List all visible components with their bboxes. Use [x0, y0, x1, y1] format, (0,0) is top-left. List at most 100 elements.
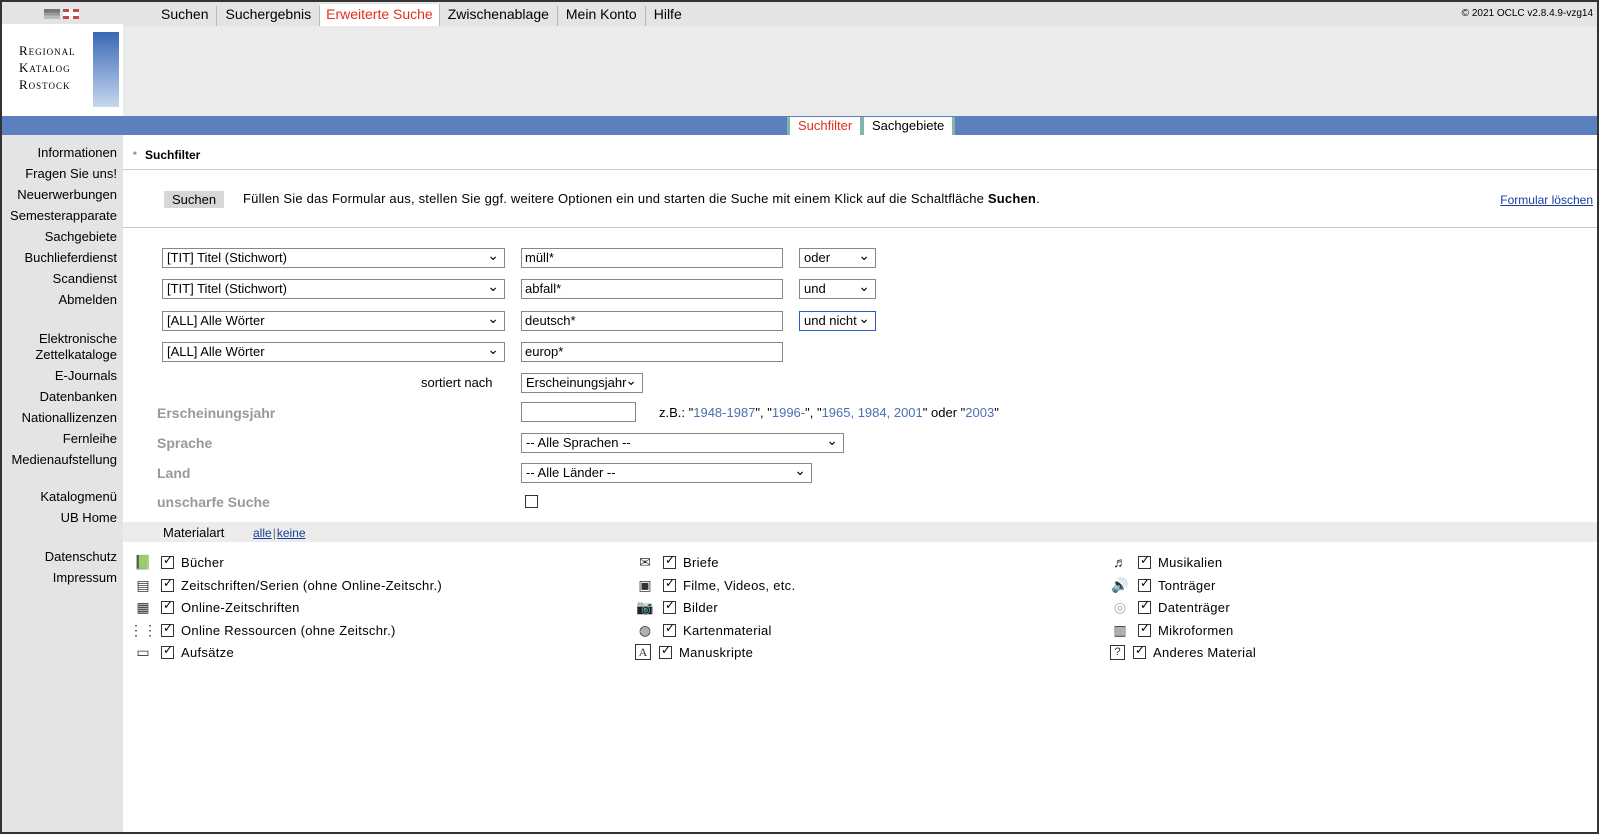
sort-select[interactable]: Erscheinungsjahr	[521, 372, 643, 393]
german-flag-icon[interactable]	[44, 9, 60, 19]
nav-datenschutz[interactable]: Datenschutz	[2, 546, 117, 567]
material-checkbox[interactable]	[1133, 643, 1146, 659]
language-flags	[44, 9, 79, 19]
material-item[interactable]: A Manuskripte	[635, 642, 753, 662]
nav-zwischenablage[interactable]: Zwischenablage	[440, 6, 558, 26]
material-checkbox[interactable]	[1138, 598, 1151, 614]
year-example: z.B.: "1948-1987", "1996-", "1965, 1984,…	[659, 405, 999, 420]
example-sep-3: " oder "	[922, 405, 966, 420]
material-checkbox[interactable]	[161, 598, 174, 614]
material-bar: Materialart alle|keine	[123, 522, 1597, 542]
language-label: Sprache	[157, 435, 213, 451]
search-input-2[interactable]: abfall*	[521, 279, 783, 299]
material-item[interactable]: ◎ Datenträger	[1110, 597, 1230, 617]
material-item[interactable]: ◍ Kartenmaterial	[635, 620, 772, 640]
material-item[interactable]: ▤ Zeitschriften/Serien (ohne Online-Zeits…	[133, 575, 442, 595]
material-item[interactable]: ▣ Filme, Videos, etc.	[635, 575, 795, 595]
material-item[interactable]: ? Anderes Material	[1110, 642, 1256, 662]
field-select-4[interactable]: [ALL] Alle Wörter	[162, 341, 505, 362]
material-item[interactable]: ▥ Mikroformen	[1110, 620, 1234, 640]
material-checkbox[interactable]	[663, 553, 676, 569]
search-input-4[interactable]: europ*	[521, 342, 783, 362]
material-checkbox[interactable]	[161, 576, 174, 592]
country-select[interactable]: -- Alle Länder --	[521, 462, 812, 483]
material-item[interactable]: 📗 Bücher	[133, 552, 224, 572]
nav-zettelkataloge-line2: Zettelkataloge	[35, 347, 117, 362]
material-checkbox[interactable]	[1138, 576, 1151, 592]
nav-abmelden[interactable]: Abmelden	[2, 289, 117, 310]
nav-hilfe[interactable]: Hilfe	[646, 6, 690, 26]
nav-medienaufstellung[interactable]: Medienaufstellung	[2, 449, 117, 470]
year-input[interactable]	[521, 402, 636, 422]
search-button[interactable]: Suchen	[164, 191, 224, 208]
nav-buchlieferdienst[interactable]: Buchlieferdienst	[2, 247, 118, 268]
country-label: Land	[157, 465, 191, 481]
nav-sachgebiete[interactable]: Sachgebiete	[2, 226, 117, 247]
material-label: Datenträger	[1158, 599, 1230, 615]
nav-fragen[interactable]: Fragen Sie uns!	[2, 163, 117, 184]
nav-datenbanken[interactable]: Datenbanken	[2, 386, 117, 407]
nav-suchen[interactable]: Suchen	[153, 6, 218, 26]
nav-katalogmenue[interactable]: Katalogmenü	[2, 486, 117, 507]
select-none-link[interactable]: keine	[277, 526, 306, 540]
tab-sachgebiete[interactable]: Sachgebiete	[861, 117, 956, 135]
example-value-4: 2003	[965, 405, 995, 420]
material-label: Mikroformen	[1158, 622, 1234, 638]
logo[interactable]: Regional Katalog Rostock	[2, 24, 123, 116]
nav-scandienst[interactable]: Scandienst	[2, 268, 117, 289]
material-checkbox[interactable]	[659, 643, 672, 659]
top-nav: Suchen Suchergebnis Erweiterte Suche Zwi…	[123, 2, 1597, 26]
nav-zettelkataloge[interactable]: Elektronische Zettelkataloge	[2, 328, 117, 365]
material-item[interactable]: ✉ Briefe	[635, 552, 719, 572]
material-checkbox[interactable]	[663, 576, 676, 592]
nav-impressum[interactable]: Impressum	[2, 567, 117, 588]
material-checkbox[interactable]	[1138, 553, 1151, 569]
intro-pre: Füllen Sie das Formular aus, stellen Sie…	[243, 191, 988, 206]
nav-neuerwerbungen[interactable]: Neuerwerbungen	[2, 184, 117, 205]
operator-select-2[interactable]: und	[799, 278, 876, 299]
search-input-3[interactable]: deutsch*	[521, 311, 783, 331]
material-checkbox[interactable]	[161, 621, 174, 637]
material-checkbox[interactable]	[161, 643, 174, 659]
nav-fernleihe[interactable]: Fernleihe	[2, 428, 117, 449]
material-item[interactable]: ⋮⋮ Online Ressourcen (ohne Zeitschr.)	[129, 620, 396, 640]
operator-select-1[interactable]: oder	[799, 247, 876, 268]
material-checkbox[interactable]	[663, 621, 676, 637]
material-label: Zeitschriften/Serien (ohne Online-Zeitsc…	[181, 577, 443, 593]
nav-ejournals[interactable]: E-Journals	[2, 365, 117, 386]
nav-erweiterte-suche[interactable]: Erweiterte Suche	[320, 4, 440, 26]
material-checkbox[interactable]	[1138, 621, 1151, 637]
left-bar	[2, 116, 123, 135]
material-checkbox[interactable]	[663, 598, 676, 614]
music-icon: ♬	[1113, 554, 1127, 570]
language-select[interactable]: -- Alle Sprachen --	[521, 432, 844, 453]
search-input-1[interactable]: müll*	[521, 248, 783, 268]
fuzzy-checkbox[interactable]	[525, 495, 538, 508]
material-item[interactable]: 🔊 Tonträger	[1110, 575, 1216, 595]
field-select-3[interactable]: [ALL] Alle Wörter	[162, 310, 505, 331]
nav-suchergebnis[interactable]: Suchergebnis	[217, 6, 321, 26]
example-sep-1: ", "	[755, 405, 772, 420]
journal-icon: ▤	[136, 576, 150, 593]
material-item[interactable]: 📷 Bilder	[635, 597, 718, 617]
material-item[interactable]: ▦ Online-Zeitschriften	[133, 597, 300, 617]
material-checkbox[interactable]	[161, 553, 174, 569]
nav-nationallizenzen[interactable]: Nationallizenzen	[2, 407, 117, 428]
material-item[interactable]: ♬ Musikalien	[1110, 552, 1222, 572]
material-item[interactable]: ▭ Aufsätze	[133, 642, 234, 662]
clear-form-link[interactable]: Formular löschen	[1500, 193, 1593, 207]
field-select-2[interactable]: [TIT] Titel (Stichwort)	[162, 278, 505, 299]
nav-mein-konto[interactable]: Mein Konto	[558, 6, 646, 26]
intro-text: Füllen Sie das Formular aus, stellen Sie…	[243, 191, 1040, 206]
nav-informationen[interactable]: Informationen	[2, 142, 118, 163]
nav-ub-home[interactable]: UB Home	[2, 507, 117, 528]
left-column: Regional Katalog Rostock Informationen F…	[2, 2, 123, 832]
section-title: Suchfilter	[133, 148, 200, 162]
field-select-1[interactable]: [TIT] Titel (Stichwort)	[162, 247, 505, 268]
operator-select-3[interactable]: und nicht	[799, 310, 876, 331]
english-flag-icon[interactable]	[63, 9, 79, 19]
nav-semesterapparate[interactable]: Semesterapparate	[2, 205, 117, 226]
tab-suchfilter[interactable]: Suchfilter	[787, 117, 864, 135]
material-label: Online-Zeitschriften	[181, 599, 300, 615]
select-all-link[interactable]: alle	[253, 526, 272, 540]
